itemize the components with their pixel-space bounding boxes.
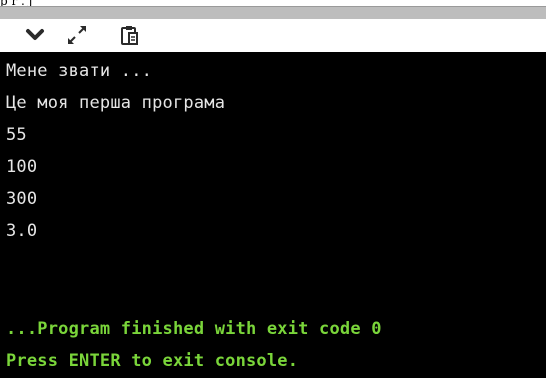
collapse-console-button[interactable] (22, 23, 48, 47)
paste-button[interactable] (116, 23, 142, 47)
online-compiler-console-window: p r . j Мене звати ... Це моя перша прог… (0, 0, 546, 378)
console-toolbar (0, 19, 546, 52)
console-line: 300 (6, 189, 38, 209)
console-line: 55 (6, 125, 27, 145)
console-line: Мене звати ... (6, 61, 153, 81)
chevron-down-icon (26, 29, 44, 40)
top-divider (0, 6, 546, 19)
console-output[interactable]: Мене звати ... Це моя перша програма 55 … (0, 52, 546, 378)
console-line: 100 (6, 157, 38, 177)
expand-arrows-icon (68, 26, 86, 44)
exit-status-line: ...Program finished with exit code 0 (6, 319, 382, 339)
clipboard-paste-icon (121, 26, 138, 45)
console-line: Це моя перша програма (6, 93, 226, 113)
expand-console-button[interactable] (64, 23, 90, 47)
console-line: 3.0 (6, 221, 38, 241)
press-enter-line: Press ENTER to exit console. (6, 351, 299, 371)
